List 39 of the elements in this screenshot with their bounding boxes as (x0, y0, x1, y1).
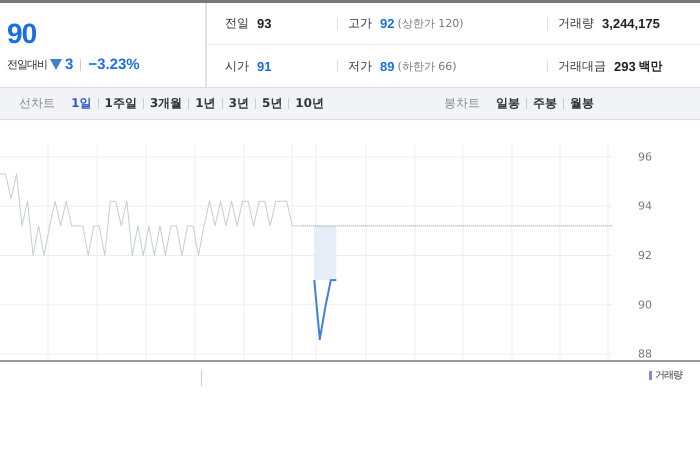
legend-marker (649, 370, 652, 380)
change-label: 전일대비 (7, 57, 47, 72)
legend-label: 거래량 (655, 369, 682, 382)
y-axis-label: 96 (638, 150, 652, 164)
y-axis-label: 94 (638, 200, 652, 213)
period-tab[interactable]: 5년 (256, 95, 288, 112)
y-axis-label: 92 (638, 248, 652, 262)
stat-value: 92 (380, 16, 394, 31)
y-axis-label: 88 (638, 348, 652, 360)
change-rate: −3.23% (88, 56, 140, 73)
period-tab[interactable]: 주봉 (527, 95, 563, 112)
stat-value: 3,244,175 (602, 16, 660, 31)
period-tab[interactable]: 3개월 (144, 95, 188, 112)
period-tab[interactable]: 월봉 (564, 95, 600, 112)
price-line (313, 279, 336, 340)
stat-value: 91 (257, 58, 272, 74)
current-price: 90 (7, 18, 38, 50)
stat-label: 시가 (225, 58, 249, 74)
stat-value: 293 (614, 58, 636, 74)
stat-label: 전일 (225, 15, 249, 32)
stat-label: 거래대금 (558, 58, 606, 74)
unit-label: 백만 (638, 58, 663, 74)
period-tab[interactable]: 3년 (222, 95, 255, 112)
limit-price-note: (하한가 66) (397, 58, 457, 74)
stat-label: 고가 (348, 15, 372, 32)
stat-label: 거래량 (558, 15, 594, 32)
y-axis-label: 90 (638, 298, 652, 312)
chart-type-label: 봉차트 (444, 95, 480, 112)
period-tab[interactable]: 일봉 (490, 95, 526, 112)
period-tab[interactable]: 1년 (189, 95, 222, 112)
stat-label: 저가 (348, 58, 372, 74)
stat-value: 93 (257, 16, 272, 31)
period-tab[interactable]: 1일 (65, 95, 98, 112)
stat-value: 89 (380, 58, 394, 74)
period-tab[interactable]: 10년 (289, 95, 330, 112)
chart-type-label: 선차트 (19, 95, 56, 112)
change-amount: 3 (65, 56, 74, 73)
limit-price-note: (상한가 120) (397, 16, 464, 31)
period-tab[interactable]: 1주일 (98, 95, 143, 112)
